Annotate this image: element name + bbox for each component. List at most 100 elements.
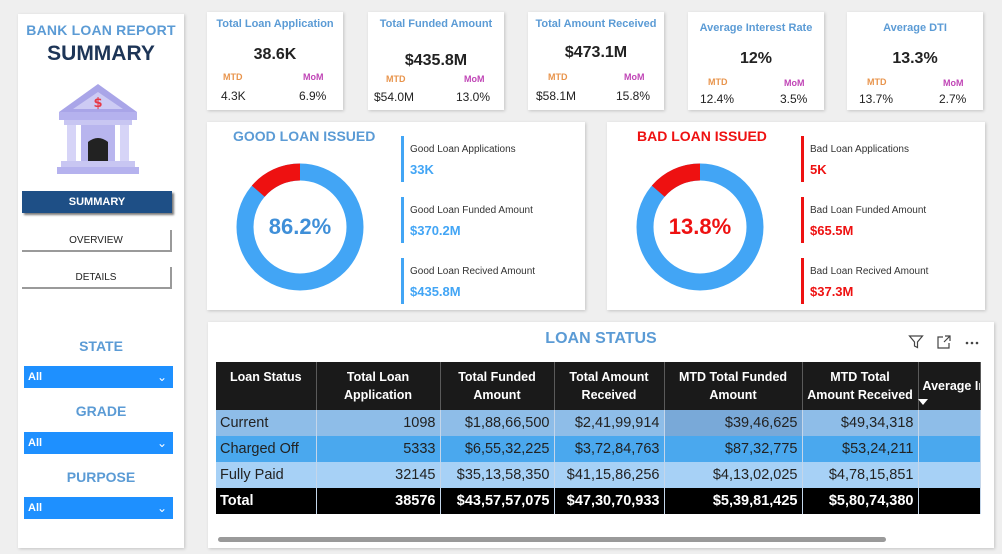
nav-overview-button[interactable]: OVERVIEW	[22, 230, 172, 252]
metric-value: 33K	[410, 162, 434, 177]
grade-dropdown-value: All	[28, 437, 43, 449]
report-title: BANK LOAN REPORT	[26, 22, 176, 38]
purpose-dropdown-value: All	[28, 502, 43, 514]
bank-icon: $	[57, 84, 139, 174]
metric-value: $370.2M	[410, 223, 461, 238]
cell: $5,80,74,380	[802, 488, 919, 514]
purpose-dropdown[interactable]: All ⌄	[24, 497, 173, 519]
state-dropdown-value: All	[28, 371, 43, 383]
kpi-title: Average DTI	[883, 22, 947, 34]
nav-summary-button[interactable]: SUMMARY	[22, 191, 172, 213]
good-loan-percent: 86.2%	[268, 214, 332, 239]
cell: 1098	[316, 410, 441, 436]
kpi-total-amount-received: Total Amount Received $473.1M MTD MoM $5…	[528, 12, 664, 110]
cell	[918, 462, 981, 488]
more-options-icon[interactable]	[964, 334, 980, 350]
kpi-title: Total Loan Application	[216, 18, 334, 30]
good-loan-panel: GOOD LOAN ISSUED 86.2% Good Loan Applica…	[207, 122, 585, 310]
kpi-mtd-value: 13.7%	[859, 92, 894, 106]
kpi-mom-value: 2.7%	[939, 92, 967, 106]
kpi-value: 12%	[739, 50, 773, 67]
kpi-title: Total Amount Received	[535, 18, 657, 30]
horizontal-scrollbar[interactable]	[218, 537, 886, 542]
nav-details-button[interactable]: DETAILS	[22, 267, 172, 289]
cell: $1,88,66,500	[440, 410, 555, 436]
loan-status-panel: LOAN STATUS Loan Status Total Loan Appli…	[208, 322, 994, 548]
page-title: SUMMARY	[47, 42, 155, 65]
kpi-title: Total Funded Amount	[379, 18, 493, 30]
grade-filter-label: GRADE	[75, 403, 127, 419]
cell: $47,30,70,933	[554, 488, 665, 514]
col-total-loan-application[interactable]: Total Loan Application	[316, 362, 441, 410]
svg-text:$: $	[93, 96, 102, 111]
state-filter-label: STATE	[79, 338, 123, 354]
sidebar: BANK LOAN REPORT SUMMARY $ SUMMARY OVERV…	[18, 14, 184, 548]
kpi-average-interest-rate: Average Interest Rate 12% MTD MoM 12.4% …	[688, 12, 824, 110]
metric-label: Bad Loan Funded Amount	[810, 205, 927, 216]
kpi-mom-label: MoM	[943, 78, 964, 88]
cell: Charged Off	[216, 436, 317, 462]
kpi-mtd-value: 4.3K	[221, 89, 246, 103]
purpose-filter-label: PURPOSE	[66, 469, 136, 485]
bad-loan-title: BAD LOAN ISSUED	[637, 128, 767, 144]
kpi-title: Average Interest Rate	[699, 22, 813, 34]
cell: Current	[216, 410, 317, 436]
col-loan-status[interactable]: Loan Status	[216, 362, 317, 410]
kpi-mtd-value: $58.1M	[536, 89, 577, 103]
kpi-mtd-label: MTD	[548, 72, 568, 82]
cell: $53,24,211	[802, 436, 919, 462]
cell: $43,57,57,075	[440, 488, 555, 514]
kpi-total-funded-amount: Total Funded Amount $435.8M MTD MoM $54.…	[368, 12, 504, 110]
col-total-funded-amount[interactable]: Total Funded Amount	[440, 362, 555, 410]
cell: $87,32,775	[664, 436, 803, 462]
kpi-value: $435.8M	[404, 52, 468, 69]
table-header-row: Loan Status Total Loan Application Total…	[216, 362, 981, 410]
sort-descending-icon[interactable]	[918, 398, 928, 406]
cell: $41,15,86,256	[554, 462, 665, 488]
grade-dropdown[interactable]: All ⌄	[24, 432, 173, 454]
kpi-mom-label: MoM	[464, 74, 485, 84]
kpi-mtd-label: MTD	[223, 72, 243, 82]
table-row[interactable]: Charged Off 5333 $6,55,32,225 $3,72,84,7…	[216, 436, 981, 462]
col-mtd-total-funded-amount[interactable]: MTD Total Funded Amount	[664, 362, 803, 410]
chevron-down-icon: ⌄	[156, 370, 167, 384]
focus-mode-icon[interactable]	[936, 334, 952, 350]
kpi-mom-label: MoM	[624, 72, 645, 82]
col-mtd-total-amount-received[interactable]: MTD Total Amount Received	[802, 362, 919, 410]
bad-loan-percent: 13.8%	[668, 214, 732, 239]
cell: $2,41,99,914	[554, 410, 665, 436]
state-dropdown[interactable]: All ⌄	[24, 366, 173, 388]
metric-value: $65.5M	[810, 223, 854, 238]
metric-label: Bad Loan Applications	[810, 144, 909, 155]
cell: $5,39,81,425	[664, 488, 803, 514]
bad-loan-funded-amount: Bad Loan Funded Amount $65.5M	[801, 197, 981, 243]
cell	[918, 436, 981, 462]
kpi-mom-value: 3.5%	[780, 92, 808, 106]
table-row[interactable]: Current 1098 $1,88,66,500 $2,41,99,914 $…	[216, 410, 981, 436]
cell	[918, 488, 981, 514]
good-loan-received-amount: Good Loan Recived Amount $435.8M	[401, 258, 581, 304]
cell: $49,34,318	[802, 410, 919, 436]
cell: Fully Paid	[216, 462, 317, 488]
filter-icon[interactable]	[908, 334, 924, 350]
cell: 32145	[316, 462, 441, 488]
loan-status-title: LOAN STATUS	[545, 330, 657, 347]
kpi-total-loan-applications: Total Loan Application 38.6K MTD MoM 4.3…	[207, 12, 343, 110]
kpi-mom-label: MoM	[303, 72, 324, 82]
kpi-mom-label: MoM	[784, 78, 805, 88]
kpi-value: $473.1M	[564, 44, 628, 61]
cell	[918, 410, 981, 436]
kpi-average-dti: Average DTI 13.3% MTD MoM 13.7% 2.7%	[847, 12, 983, 110]
good-loan-applications: Good Loan Applications 33K	[401, 136, 581, 182]
chevron-down-icon: ⌄	[156, 436, 167, 450]
table-row[interactable]: Fully Paid 32145 $35,13,58,350 $41,15,86…	[216, 462, 981, 488]
loan-status-table: Loan Status Total Loan Application Total…	[216, 362, 981, 514]
metric-label: Good Loan Recived Amount	[410, 266, 536, 277]
col-total-amount-received[interactable]: Total Amount Received	[554, 362, 665, 410]
kpi-value: 38.6K	[253, 46, 297, 63]
kpi-mtd-label: MTD	[867, 77, 887, 87]
cell: $4,13,02,025	[664, 462, 803, 488]
good-loan-funded-amount: Good Loan Funded Amount $370.2M	[401, 197, 581, 243]
cell: $39,46,625	[664, 410, 803, 436]
kpi-mom-value: 13.0%	[456, 90, 491, 104]
